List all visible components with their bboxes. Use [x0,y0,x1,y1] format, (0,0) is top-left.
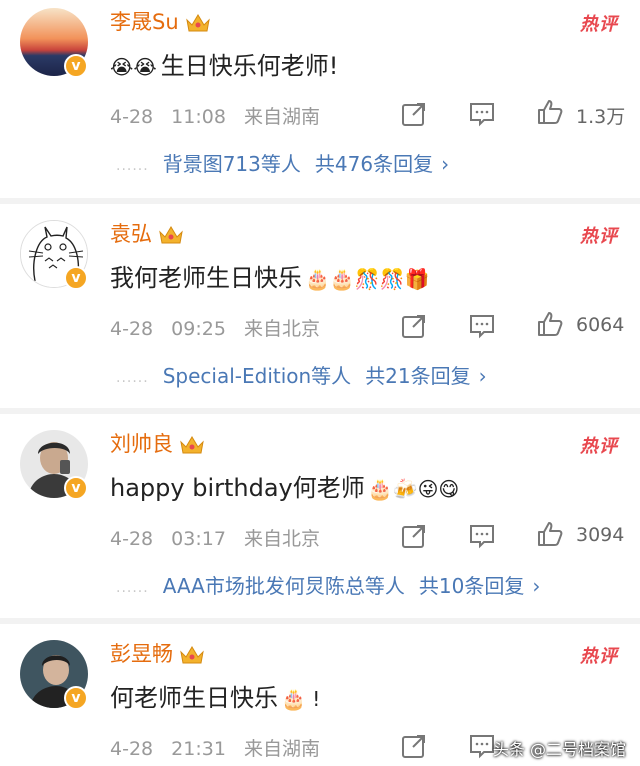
reply-dots: ...... [116,369,149,386]
reply-summary[interactable]: ...... Special-Edition等人 共21条回复 › [116,360,487,389]
hot-comment-label: 热评 [580,436,618,457]
chevron-right-icon[interactable]: › [532,574,540,598]
like-count: 1.3万 [576,106,626,128]
reply-names[interactable]: 背景图713等人 [163,152,301,176]
comment-actions: 6064 [0,308,640,342]
verified-badge-icon: v [64,476,88,500]
comment-text: 我何老师生日快乐 🎂🎂🎊🎊🎁 [110,258,430,293]
share-icon[interactable] [400,100,428,128]
share-icon[interactable] [400,522,428,550]
reply-names[interactable]: Special-Edition等人 [163,364,351,388]
reply-names[interactable]: AAA市场批发何炅陈总等人 [163,574,405,598]
comment-text-body: 何老师生日快乐 [110,684,278,712]
watermark: 头条 @二号档案馆 [492,740,626,759]
like-icon[interactable] [536,520,564,548]
comment-text: 😭😭 生日快乐何老师! [110,46,338,81]
share-icon[interactable] [400,732,428,760]
username[interactable]: 彭昱畅 [110,638,205,668]
comment-icon[interactable] [468,732,496,760]
comment-text: 何老师生日快乐 🎂 ! [110,678,320,713]
crown-icon [180,646,204,664]
comment-emoji: 🎂 ! [281,687,321,711]
comment-card-2: v 袁弘 热评 我何老师生日快乐 🎂🎂🎊🎊🎁 4-28 09:25 来自北京 60… [0,212,640,408]
hot-comment-label: 热评 [580,226,618,247]
verified-badge-icon: v [64,54,88,78]
reply-summary[interactable]: ...... 背景图713等人 共476条回复 › [116,148,449,177]
reply-dots: ...... [116,579,149,596]
username[interactable]: 袁弘 [110,218,184,248]
comment-emoji: 😭😭 [110,55,157,79]
like-icon[interactable] [536,98,564,126]
reply-total[interactable]: 共10条回复 [419,574,524,598]
reply-total[interactable]: 共21条回复 [365,364,470,388]
comment-text-body: 我何老师生日快乐 [110,264,302,292]
comment-actions: 3094 [0,518,640,552]
like-count: 6064 [576,314,625,336]
verified-badge-icon: v [64,686,88,710]
comment-actions: 1.3万 [0,96,640,130]
username-text[interactable]: 李晟Su [110,10,179,34]
comment-text-body: happy birthday何老师 [110,474,365,502]
comment-card-3: v 刘帅良 热评 happy birthday何老师 🎂🍻😜😋 4-28 03:1… [0,422,640,618]
comment-emoji: 🎂🎂🎊🎊🎁 [305,267,430,291]
username[interactable]: 刘帅良 [110,428,205,458]
username-text[interactable]: 袁弘 [110,222,152,246]
username-text[interactable]: 刘帅良 [110,432,173,456]
comment-icon[interactable] [468,522,496,550]
comment-text-body: 生日快乐何老师! [160,52,339,80]
comment-text: happy birthday何老师 🎂🍻😜😋 [110,468,459,503]
reply-summary[interactable]: ...... AAA市场批发何炅陈总等人 共10条回复 › [116,570,540,599]
reply-dots: ...... [116,157,149,174]
chevron-right-icon[interactable]: › [441,152,449,176]
comment-icon[interactable] [468,312,496,340]
comment-icon[interactable] [468,100,496,128]
share-icon[interactable] [400,312,428,340]
comment-emoji: 🎂🍻😜😋 [367,477,460,501]
chevron-right-icon[interactable]: › [479,364,487,388]
hot-comment-label: 热评 [580,646,618,667]
like-icon[interactable] [536,310,564,338]
crown-icon [185,14,210,32]
comment-divider [0,618,640,624]
crown-icon [159,226,183,244]
comment-card-1: v 李晟Su 热评 😭😭 生日快乐何老师! 4-28 11:08 来自湖南 1.3… [0,0,640,196]
reply-total[interactable]: 共476条回复 [315,152,433,176]
comment-divider [0,198,640,204]
username[interactable]: 李晟Su [110,6,211,36]
crown-icon [180,436,204,454]
comment-divider [0,408,640,414]
username-text[interactable]: 彭昱畅 [110,642,173,666]
hot-comment-label: 热评 [580,14,618,35]
like-count: 3094 [576,524,625,546]
verified-badge-icon: v [64,266,88,290]
